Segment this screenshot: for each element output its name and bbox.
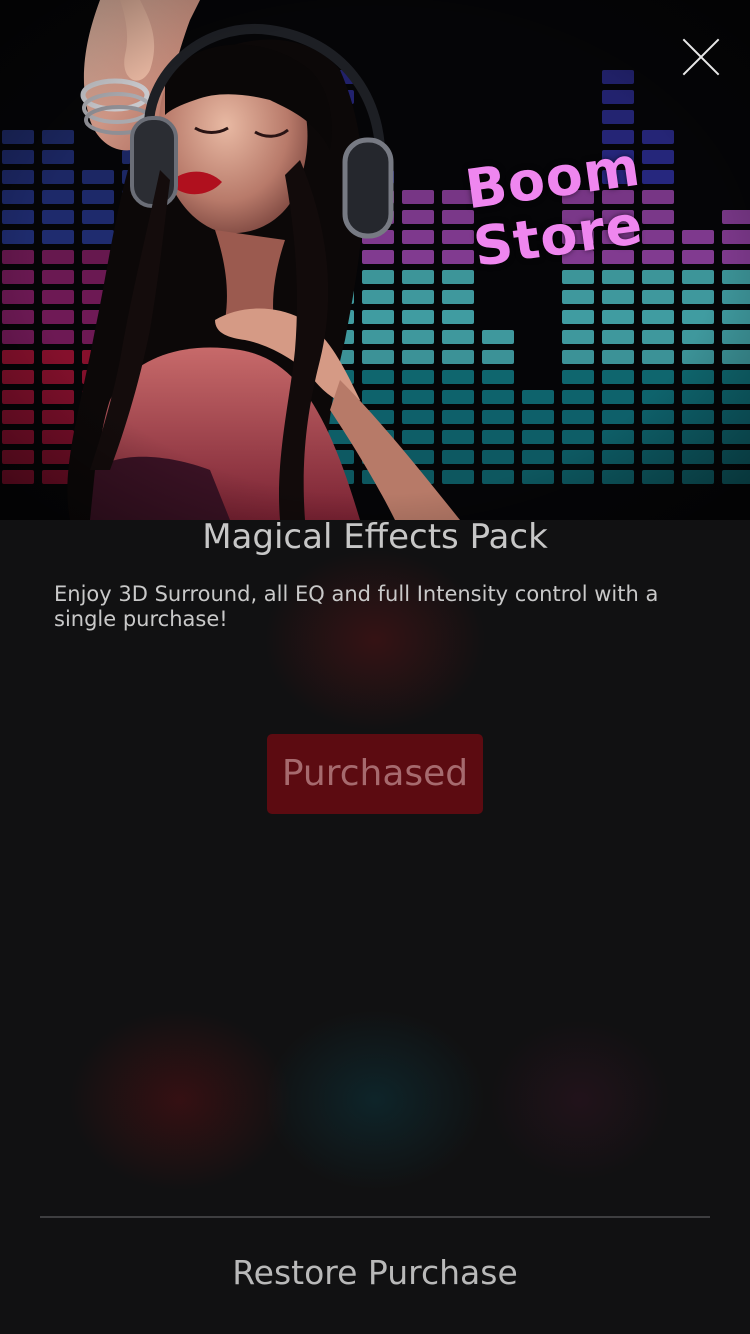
divider [40,1216,710,1218]
purchased-button[interactable]: Purchased [267,734,483,814]
hero-image [0,0,750,520]
store-screen: Boom Store Magical Effects Pack Enjoy 3D… [0,0,750,1334]
hero-banner: Boom Store [0,0,750,520]
boom-store-logo: Boom Store [462,135,652,279]
restore-purchase-button[interactable]: Restore Purchase [0,1246,750,1300]
product-title: Magical Effects Pack [202,517,548,557]
product-description: Enjoy 3D Surround, all EQ and full Inten… [54,582,659,631]
close-button[interactable] [678,34,724,80]
